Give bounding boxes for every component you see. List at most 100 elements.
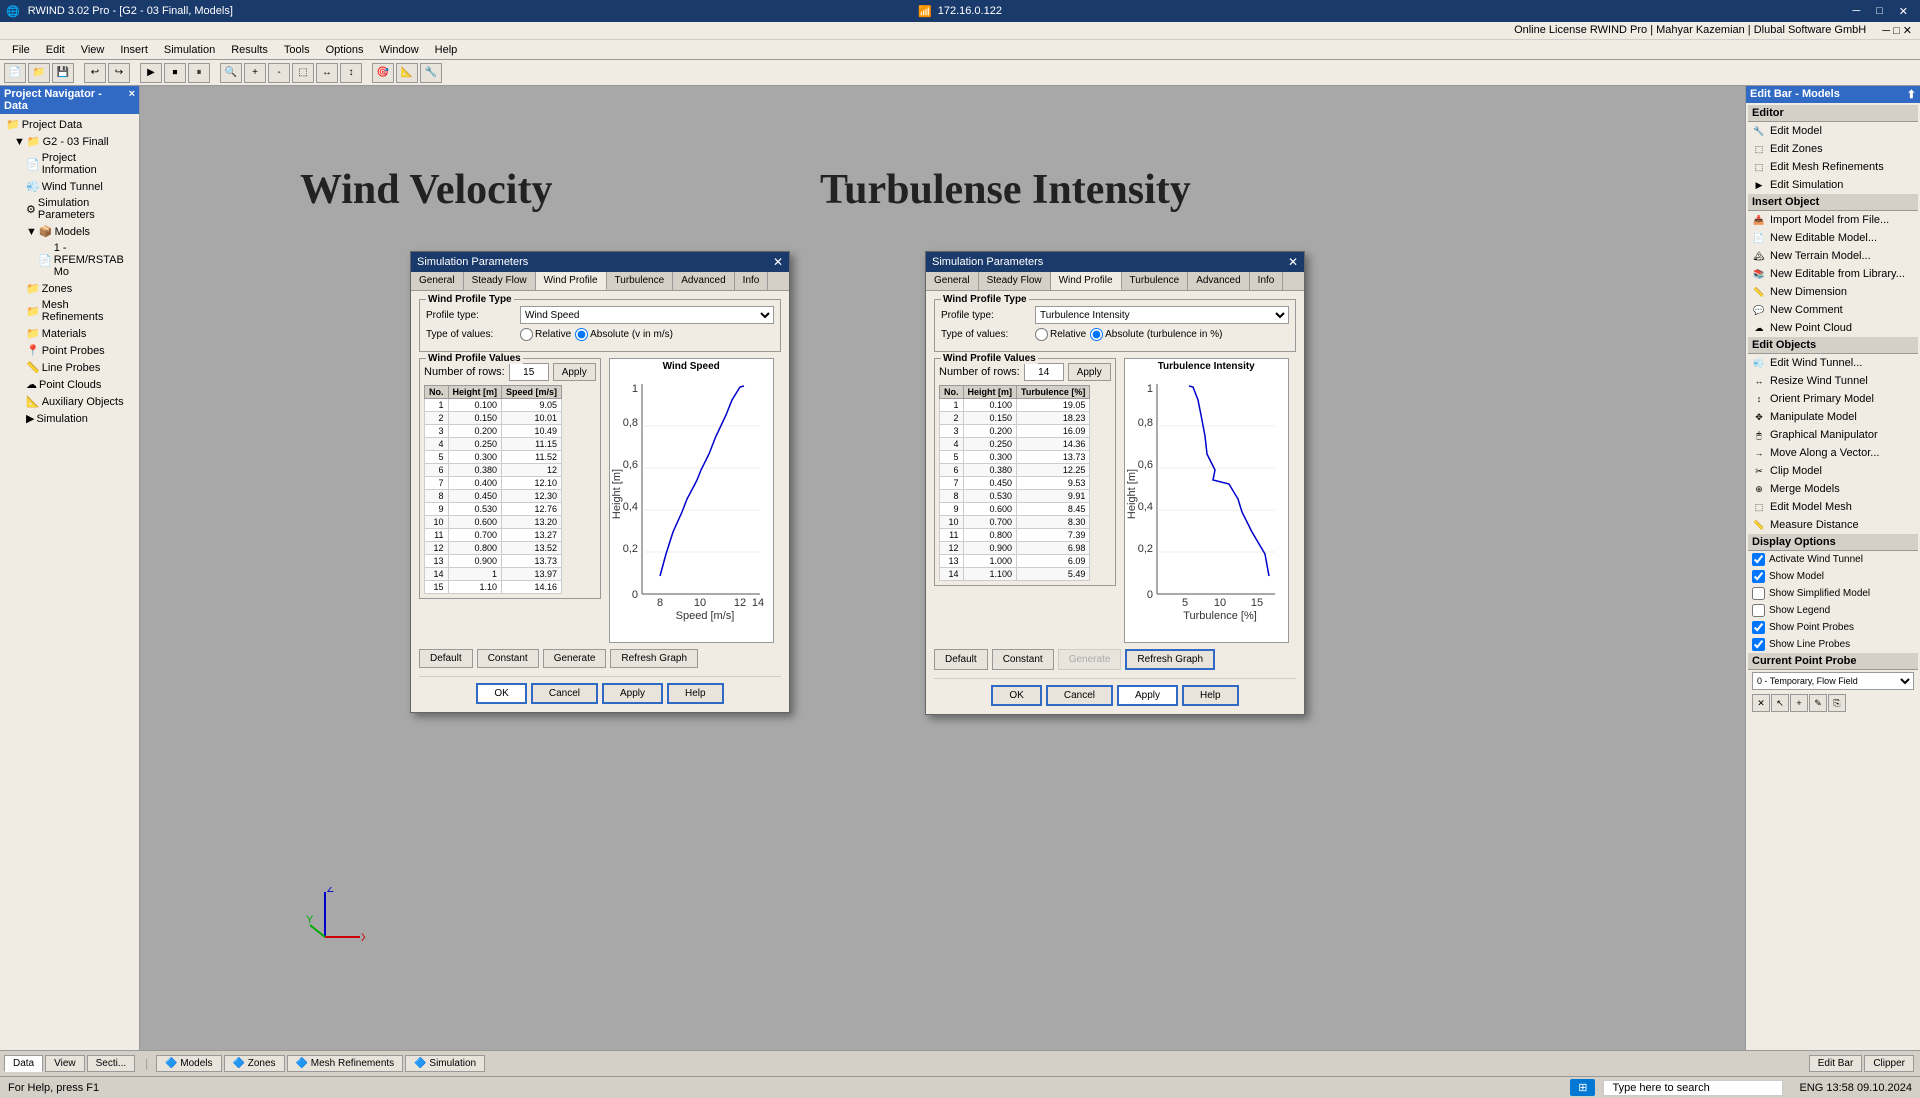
merge-models-item[interactable]: ⊕Merge Models <box>1748 480 1918 498</box>
turb-profile-select[interactable]: Turbulence Intensity <box>1035 306 1289 324</box>
dialog-turb-close[interactable]: ✕ <box>1288 255 1298 269</box>
show-simplified-check[interactable]: Show Simplified Model <box>1748 585 1918 602</box>
tree-mesh-refinements[interactable]: 📁Mesh Refinements <box>2 297 137 325</box>
save-button[interactable]: 💾 <box>52 63 74 83</box>
btab-view[interactable]: View <box>45 1055 85 1072</box>
search-box[interactable]: Type here to search <box>1603 1080 1783 1096</box>
activate-wind-tunnel-check[interactable]: Activate Wind Tunnel <box>1748 551 1918 568</box>
num-rows-input-right[interactable] <box>1024 363 1064 381</box>
new-dimension-item[interactable]: 📏New Dimension <box>1748 283 1918 301</box>
probe-copy-btn[interactable]: ⎘ <box>1828 694 1846 712</box>
tb-btn-7[interactable]: ⬚ <box>292 63 314 83</box>
tb-btn-5[interactable]: + <box>244 63 266 83</box>
dtab-advanced-right[interactable]: Advanced <box>1188 272 1249 290</box>
resize-wind-tunnel-item[interactable]: ↔Resize Wind Tunnel <box>1748 372 1918 390</box>
tree-sim-params[interactable]: ⚙Simulation Parameters <box>2 195 137 223</box>
btab-simulation[interactable]: 🔷 Simulation <box>405 1055 485 1072</box>
close-button[interactable]: ✕ <box>1893 5 1914 18</box>
dtab-steadyflow-right[interactable]: Steady Flow <box>979 272 1051 290</box>
manipulate-model-item[interactable]: ✥Manipulate Model <box>1748 408 1918 426</box>
new-comment-item[interactable]: 💬New Comment <box>1748 301 1918 319</box>
tb-btn-3[interactable]: ⏸ <box>188 63 210 83</box>
tb-btn-9[interactable]: ↕ <box>340 63 362 83</box>
refresh-graph-button-left[interactable]: Refresh Graph <box>610 649 698 668</box>
edit-zones-item[interactable]: ⬚Edit Zones <box>1748 140 1918 158</box>
start-btn[interactable]: ⊞ <box>1570 1079 1595 1096</box>
graphical-manip-item[interactable]: 🖱Graphical Manipulator <box>1748 426 1918 444</box>
edit-simulation-item[interactable]: ▶Edit Simulation <box>1748 176 1918 194</box>
new-editable-item[interactable]: 📄New Editable Model... <box>1748 229 1918 247</box>
tb-btn-10[interactable]: 🎯 <box>372 63 394 83</box>
dtab-turbulence-left[interactable]: Turbulence <box>607 272 674 290</box>
btab-zones[interactable]: 🔷 Zones <box>224 1055 285 1072</box>
dtab-advanced-left[interactable]: Advanced <box>673 272 734 290</box>
constant-button-left[interactable]: Constant <box>477 649 539 668</box>
absolute-radio-left[interactable]: Absolute (v in m/s) <box>575 328 673 341</box>
redo-button[interactable]: ↪ <box>108 63 130 83</box>
edit-wind-tunnel-item[interactable]: 💨Edit Wind Tunnel... <box>1748 354 1918 372</box>
dtab-steadyflow-left[interactable]: Steady Flow <box>464 272 536 290</box>
default-button-right[interactable]: Default <box>934 649 988 670</box>
tb-btn-11[interactable]: 📐 <box>396 63 418 83</box>
relative-radio-right[interactable]: Relative <box>1035 328 1086 341</box>
show-model-check[interactable]: Show Model <box>1748 568 1918 585</box>
tree-simulation[interactable]: ▶Simulation <box>2 410 137 427</box>
menu-options[interactable]: Options <box>318 42 372 58</box>
menu-file[interactable]: File <box>4 42 38 58</box>
relative-radio-left[interactable]: Relative <box>520 328 571 341</box>
dtab-general-left[interactable]: General <box>411 272 464 290</box>
new-button[interactable]: 📄 <box>4 63 26 83</box>
edit-model-mesh-item[interactable]: ⬚Edit Model Mesh <box>1748 498 1918 516</box>
tb-btn-8[interactable]: ↔ <box>316 63 338 83</box>
menu-edit[interactable]: Edit <box>38 42 73 58</box>
tree-model-1[interactable]: 📄1 - RFEM/RSTAB Mo <box>2 240 137 280</box>
new-point-cloud-item[interactable]: ☁New Point Cloud <box>1748 319 1918 337</box>
tree-wind-tunnel[interactable]: 💨Wind Tunnel <box>2 178 137 195</box>
maximize-button[interactable]: □ <box>1870 5 1889 18</box>
cancel-button-left[interactable]: Cancel <box>531 683 598 704</box>
tree-g2-finall[interactable]: ▼📁G2 - 03 Finall <box>2 133 137 150</box>
probe-add-btn[interactable]: + <box>1790 694 1808 712</box>
import-model-item[interactable]: 📥Import Model from File... <box>1748 211 1918 229</box>
tree-project-data[interactable]: 📁Project Data <box>2 116 137 133</box>
orient-model-item[interactable]: ↕Orient Primary Model <box>1748 390 1918 408</box>
ok-button-left[interactable]: OK <box>476 683 526 704</box>
menu-insert[interactable]: Insert <box>112 42 156 58</box>
panel-controls[interactable]: × <box>129 88 135 112</box>
dtab-windprofile-right[interactable]: Wind Profile <box>1051 272 1122 290</box>
undo-button[interactable]: ↩ <box>84 63 106 83</box>
new-library-item[interactable]: 📚New Editable from Library... <box>1748 265 1918 283</box>
tb-btn-4[interactable]: 🔍 <box>220 63 242 83</box>
menu-view[interactable]: View <box>73 42 113 58</box>
tree-line-probes[interactable]: 📏Line Probes <box>2 359 137 376</box>
profile-type-select[interactable]: Wind Speed <box>520 306 774 324</box>
dtab-windprofile-left[interactable]: Wind Profile <box>536 272 607 290</box>
dtab-info-left[interactable]: Info <box>735 272 769 290</box>
new-terrain-item[interactable]: 🏔New Terrain Model... <box>1748 247 1918 265</box>
dtab-info-right[interactable]: Info <box>1250 272 1284 290</box>
ok-button-right[interactable]: OK <box>991 685 1041 706</box>
btab-edit-bar[interactable]: Edit Bar <box>1809 1055 1863 1072</box>
tree-point-probes[interactable]: 📍Point Probes <box>2 342 137 359</box>
show-point-probes-check[interactable]: Show Point Probes <box>1748 619 1918 636</box>
dtab-general-right[interactable]: General <box>926 272 979 290</box>
tree-zones[interactable]: 📁Zones <box>2 280 137 297</box>
refresh-graph-button-right[interactable]: Refresh Graph <box>1125 649 1215 670</box>
btab-mesh-ref[interactable]: 🔷 Mesh Refinements <box>287 1055 404 1072</box>
menu-window[interactable]: Window <box>372 42 427 58</box>
tb-btn-12[interactable]: 🔧 <box>420 63 442 83</box>
apply-button-right[interactable]: Apply <box>1117 685 1178 706</box>
probe-select[interactable]: 0 - Temporary, Flow Field <box>1752 672 1914 690</box>
btab-secti[interactable]: Secti... <box>87 1055 136 1072</box>
btab-data[interactable]: Data <box>4 1055 43 1072</box>
constant-button-right[interactable]: Constant <box>992 649 1054 670</box>
tb-btn-2[interactable]: ⏹ <box>164 63 186 83</box>
probe-delete-btn[interactable]: ✕ <box>1752 694 1770 712</box>
tree-project-info[interactable]: 📄Project Information <box>2 150 137 178</box>
tree-point-clouds[interactable]: ☁Point Clouds <box>2 376 137 393</box>
tb-btn-6[interactable]: - <box>268 63 290 83</box>
show-legend-check[interactable]: Show Legend <box>1748 602 1918 619</box>
show-line-probes-check[interactable]: Show Line Probes <box>1748 636 1918 653</box>
num-rows-input-left[interactable] <box>509 363 549 381</box>
probe-cursor-btn[interactable]: ↖ <box>1771 694 1789 712</box>
